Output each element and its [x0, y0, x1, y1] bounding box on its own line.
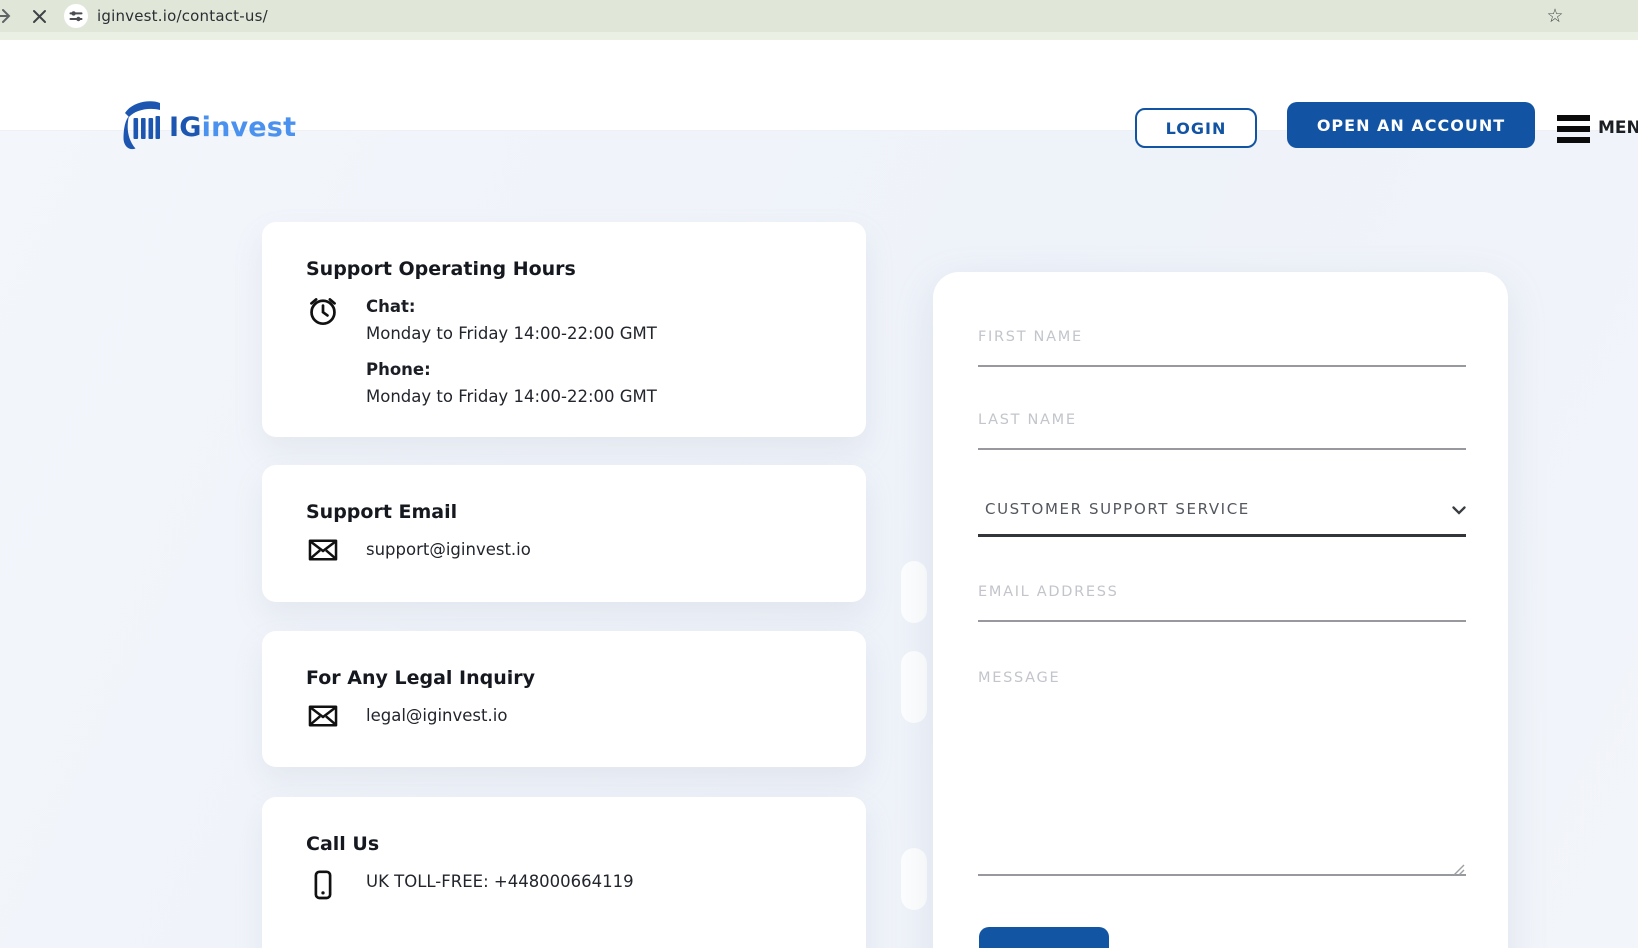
chevron-down-icon: [1452, 500, 1466, 519]
decorative-pill: [901, 651, 927, 723]
page-content: Don’t Hesitate to Contact Us! Our suppor…: [0, 130, 1638, 948]
forward-arrow-icon[interactable]: [0, 0, 15, 32]
pillar-column-icon: [122, 98, 162, 156]
hamburger-menu-icon[interactable]: [1557, 115, 1590, 143]
site-header: IGinvest LOGIN OPEN AN ACCOUNT MENU: [0, 40, 1638, 130]
bookmark-star-icon[interactable]: ☆: [1543, 0, 1567, 32]
row-label: Chat:: [366, 293, 657, 320]
mobile-phone-icon: [306, 870, 340, 900]
row-text: Monday to Friday 14:00-22:00 GMT: [366, 383, 657, 410]
send-button[interactable]: SEND: [979, 927, 1109, 948]
textarea-resize-handle[interactable]: [1452, 861, 1465, 874]
row-text: Monday to Friday 14:00-22:00 GMT: [366, 320, 657, 347]
support-service-select[interactable]: CUSTOMER SUPPORT SERVICE: [978, 490, 1466, 537]
address-bar-url[interactable]: iginvest.io/contact-us/: [97, 0, 268, 32]
toolbar-bottom-strip: [0, 32, 1638, 40]
row-text: UK TOLL-FREE: +448000664119: [366, 868, 634, 895]
card-rows: UK TOLL-FREE: +448000664119: [366, 868, 634, 895]
card-title: Support Operating Hours: [306, 256, 822, 283]
login-button[interactable]: LOGIN: [1135, 108, 1257, 148]
card-support-hours: Support Operating Hours Chat: Monday to …: [262, 222, 866, 437]
card-call-us: Call Us UK TOLL-FREE: +448000664119: [262, 797, 866, 948]
contact-form-panel: CUSTOMER SUPPORT SERVICE SEND: [933, 272, 1508, 948]
card-support-email: Support Email support@iginvest.io: [262, 465, 866, 602]
close-icon[interactable]: [28, 0, 50, 32]
card-title: Call Us: [306, 831, 822, 858]
envelope-icon: [306, 704, 340, 728]
row-label: Phone:: [366, 356, 657, 383]
card-rows: support@iginvest.io: [366, 536, 531, 563]
card-rows: Chat: Monday to Friday 14:00-22:00 GMT P…: [366, 293, 657, 410]
card-legal-inquiry: For Any Legal Inquiry legal@iginvest.io: [262, 631, 866, 767]
envelope-icon: [306, 538, 340, 562]
last-name-input[interactable]: [978, 403, 1466, 450]
alarm-clock-icon: [306, 295, 340, 327]
message-textarea[interactable]: [978, 654, 1466, 876]
site-settings-icon[interactable]: [64, 4, 88, 28]
select-value: CUSTOMER SUPPORT SERVICE: [978, 500, 1250, 518]
iginvest-logo[interactable]: IGinvest: [122, 98, 296, 156]
decorative-pill: [901, 561, 927, 623]
open-account-button[interactable]: OPEN AN ACCOUNT: [1287, 102, 1535, 148]
menu-label[interactable]: MENU: [1598, 118, 1638, 138]
card-title: Support Email: [306, 499, 822, 526]
email-input[interactable]: [978, 575, 1466, 622]
row-text: legal@iginvest.io: [366, 702, 507, 729]
card-rows: legal@iginvest.io: [366, 702, 507, 729]
decorative-pill: [901, 848, 927, 910]
row-text: support@iginvest.io: [366, 536, 531, 563]
logo-text: IGinvest: [169, 112, 296, 143]
browser-toolbar: iginvest.io/contact-us/ ☆: [0, 0, 1638, 32]
first-name-input[interactable]: [978, 320, 1466, 367]
card-title: For Any Legal Inquiry: [306, 665, 822, 692]
